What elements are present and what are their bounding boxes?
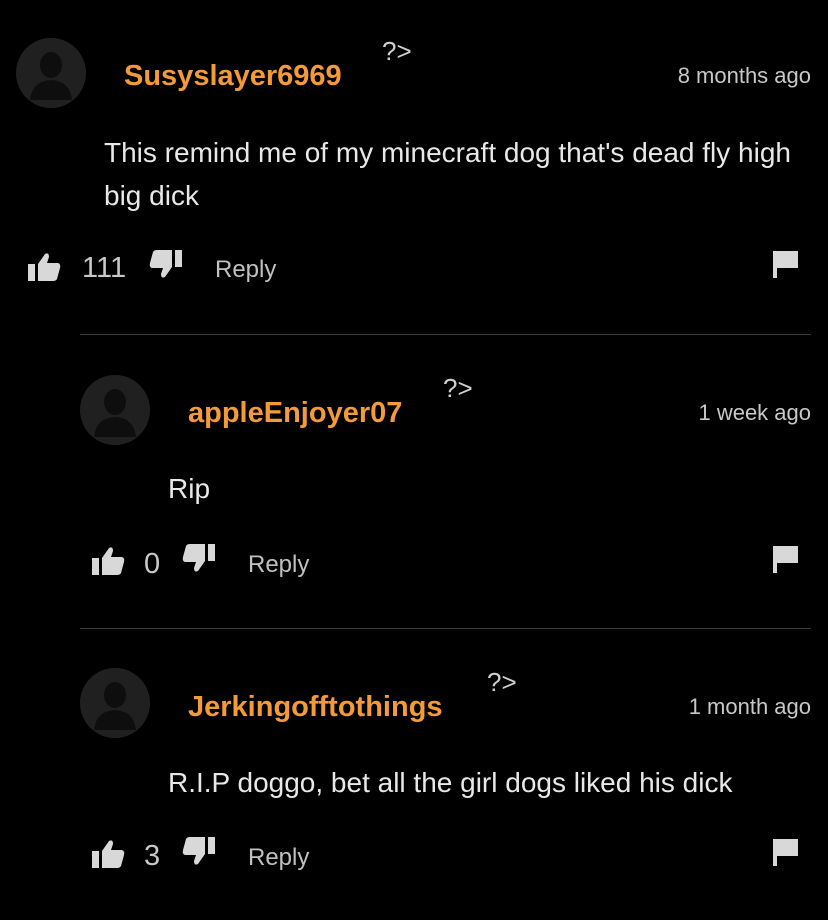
like-count: 0 xyxy=(144,548,161,580)
flag-icon[interactable] xyxy=(772,249,800,284)
thumbs-up-icon[interactable] xyxy=(27,252,61,287)
user-badge: ?> xyxy=(443,373,473,403)
timestamp: 8 months ago xyxy=(677,63,811,88)
default-avatar-icon xyxy=(16,38,86,108)
flag-icon[interactable] xyxy=(772,544,800,579)
reply-button[interactable]: Reply xyxy=(248,551,309,579)
comment-text: R.I.P doggo, bet all the girl dogs liked… xyxy=(168,767,733,798)
comment-text: Rip xyxy=(168,473,211,504)
thumbs-up-icon[interactable] xyxy=(91,546,125,581)
comment-text: This remind me of my minecraft dog that'… xyxy=(104,137,791,211)
default-avatar-icon xyxy=(80,668,150,738)
flag-icon[interactable] xyxy=(772,837,800,872)
username[interactable]: appleEnjoyer07 xyxy=(188,397,402,430)
thumbs-down-icon[interactable] xyxy=(182,836,216,871)
timestamp: 1 month ago xyxy=(688,694,811,719)
reply-button[interactable]: Reply xyxy=(248,844,309,872)
username[interactable]: Jerkingofftothings xyxy=(188,691,443,724)
avatar[interactable] xyxy=(80,668,150,738)
avatar[interactable] xyxy=(80,375,150,445)
comment-actions: 0 Reply xyxy=(0,543,828,583)
comment-actions: 3 Reply xyxy=(0,836,828,876)
reply-button[interactable]: Reply xyxy=(215,256,276,284)
thumbs-down-icon[interactable] xyxy=(149,249,183,284)
thumbs-up-icon[interactable] xyxy=(91,839,125,874)
thumbs-down-icon[interactable] xyxy=(182,543,216,578)
default-avatar-icon xyxy=(80,375,150,445)
comment-actions: 111 Reply xyxy=(0,249,828,289)
username[interactable]: Susyslayer6969 xyxy=(124,60,342,93)
comment-1: Susyslayer6969 ?> 8 months ago This remi… xyxy=(0,0,828,300)
user-badge: ?> xyxy=(382,36,412,66)
avatar[interactable] xyxy=(16,38,86,108)
divider xyxy=(80,628,811,629)
user-badge: ?> xyxy=(487,667,517,697)
like-count: 3 xyxy=(144,840,161,872)
timestamp: 1 week ago xyxy=(698,400,811,425)
divider xyxy=(80,334,811,335)
like-count: 111 xyxy=(82,252,127,284)
